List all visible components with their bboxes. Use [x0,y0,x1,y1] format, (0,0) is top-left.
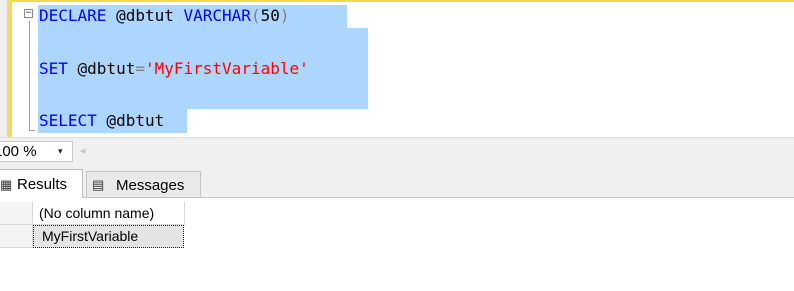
outline-guide-end [29,130,35,131]
table-row: MyFirstVariable [0,225,185,248]
string-literal: 'MyFirstVariable' [144,59,309,78]
outline-guide [29,21,30,131]
variable: @dbtut [96,111,165,130]
tab-label: Messages [116,177,185,194]
change-tracking-bar [7,0,12,137]
keyword: SELECT [39,111,97,130]
zoom-value: 100 % [0,143,37,160]
column-header[interactable]: (No column name) [34,202,185,224]
results-grid: (No column name) MyFirstVariable [0,198,794,291]
zoom-bar: 100 % ▾ ◂ [0,137,794,164]
scroll-left-icon[interactable]: ◂ [80,142,86,161]
messages-icon: ▤ [92,177,105,192]
keyword: SET [39,59,68,78]
paren: ( [250,6,261,25]
grid-header-row: (No column name) [0,202,185,225]
keyword: VARCHAR [183,6,251,25]
grid-icon: ▦ [0,177,13,192]
code-line-set[interactable]: SET @dbtut='MyFirstVariable' [39,59,309,79]
row-number-header[interactable] [0,202,33,224]
variable: @dbtut [106,6,184,25]
chevron-down-icon[interactable]: ▾ [58,142,63,161]
keyword: DECLARE [39,6,107,25]
number: 50 [260,6,280,25]
operator: = [135,59,145,78]
code-line-select[interactable]: SELECT @dbtut [39,111,164,131]
editor-top-border [0,0,794,2]
results-tab-strip: ▦ Results ▤ Messages [0,164,794,199]
tab-results[interactable]: ▦ Results [0,169,83,199]
tab-label: Results [17,176,68,193]
editor-left-margin [0,0,7,137]
zoom-dropdown[interactable]: 100 % ▾ [0,141,73,162]
query-editor[interactable]: − DECLARE @dbtut VARCHAR(50) SET @dbtut=… [0,0,794,137]
row-number[interactable] [0,225,33,248]
selection-highlight-gap-1 [38,28,368,57]
paren: ) [279,6,290,25]
tab-messages[interactable]: ▤ Messages [86,171,201,198]
variable: @dbtut [67,59,136,78]
table-cell[interactable]: MyFirstVariable [33,225,184,248]
selection-highlight-gap-2 [38,81,368,109]
code-line-declare[interactable]: DECLARE @dbtut VARCHAR(50) [39,6,289,26]
collapse-icon[interactable]: − [24,9,33,18]
